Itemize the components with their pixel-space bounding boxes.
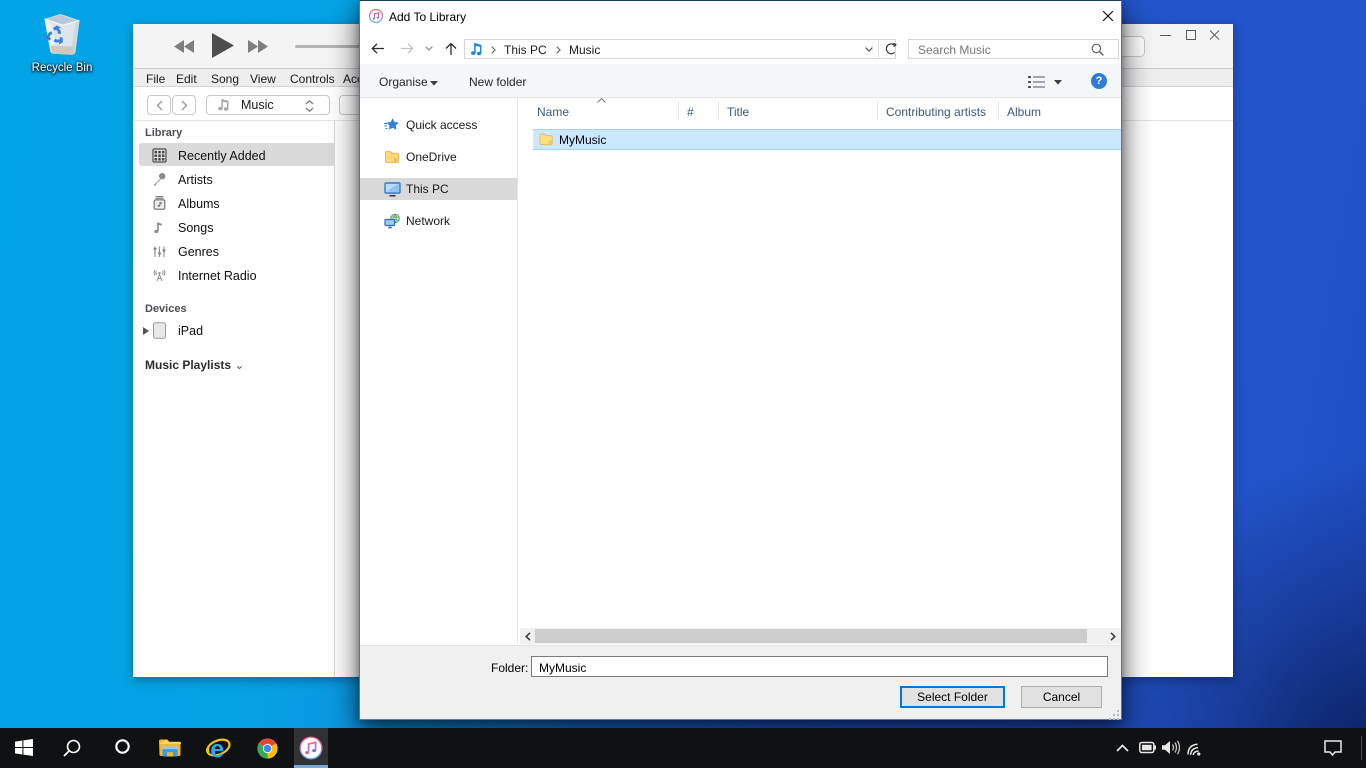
svg-text:e: e bbox=[210, 736, 224, 760]
